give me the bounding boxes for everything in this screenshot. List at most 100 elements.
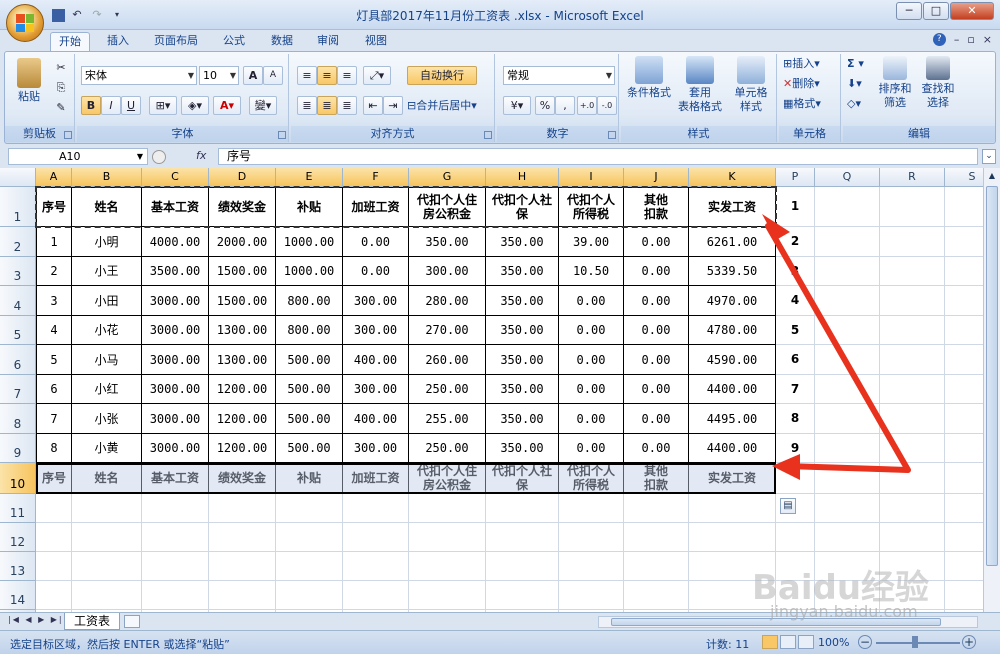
tab-view[interactable]: 视图 [358,32,394,52]
data-row-cell[interactable]: 0.00 [624,404,689,434]
header-cell[interactable]: 序号 [36,187,72,227]
p-column-value[interactable]: 8 [776,411,814,425]
column-header-f[interactable]: F [343,168,409,187]
orientation-icon[interactable]: ⤢▾ [363,66,391,85]
underline-button[interactable]: U [121,96,141,115]
decrease-decimal-icon[interactable]: -.0 [597,96,617,115]
data-row-cell[interactable]: 0.00 [343,227,409,257]
data-row-cell[interactable]: 3000.00 [142,404,209,434]
data-row-cell[interactable]: 300.00 [343,375,409,404]
vertical-scroll-thumb[interactable] [986,186,998,566]
data-row-cell[interactable]: 4000.00 [142,227,209,257]
data-row-cell[interactable]: 3000.00 [142,375,209,404]
bold-button[interactable]: B [81,96,101,115]
row-header-4[interactable]: 4 [0,286,36,316]
data-row-cell[interactable]: 1000.00 [276,227,343,257]
data-row-cell[interactable]: 小马 [72,345,142,375]
header-cell[interactable]: 补贴 [276,187,343,227]
data-row-cell[interactable]: 1 [36,227,72,257]
row-header-7[interactable]: 7 [0,375,36,404]
phonetic-button[interactable]: 變▾ [249,96,277,115]
align-middle-icon[interactable]: ≡ [317,66,337,85]
data-row-cell[interactable]: 500.00 [276,434,343,463]
pasted-header-cell[interactable]: 姓名 [72,463,142,494]
clear-icon[interactable]: ◇▾ [847,96,861,112]
column-header-e[interactable]: E [276,168,343,187]
zoom-level[interactable]: 100% [818,636,849,649]
header-cell[interactable]: 姓名 [72,187,142,227]
p-column-value[interactable]: 3 [776,264,814,278]
row-header-11[interactable]: 11 [0,494,36,523]
data-row-cell[interactable]: 0.00 [624,227,689,257]
data-row-cell[interactable]: 1200.00 [209,375,276,404]
close-button[interactable]: ✕ [950,2,994,20]
data-row-cell[interactable]: 小花 [72,316,142,345]
data-row-cell[interactable]: 300.00 [343,316,409,345]
align-bottom-icon[interactable]: ≡ [337,66,357,85]
data-row-cell[interactable]: 小王 [72,257,142,286]
data-row-cell[interactable]: 4 [36,316,72,345]
header-cell[interactable]: 代扣个人住 房公积金 [409,187,486,227]
data-row-cell[interactable]: 260.00 [409,345,486,375]
tab-insert[interactable]: 插入 [100,32,136,52]
data-row-cell[interactable]: 小田 [72,286,142,316]
data-row-cell[interactable]: 7 [36,404,72,434]
row-header-10[interactable]: 10 [0,463,36,494]
data-row-cell[interactable]: 0.00 [559,404,624,434]
column-header-j[interactable]: J [624,168,689,187]
pasted-header-cell[interactable]: 代扣个人 所得税 [559,463,624,494]
align-top-icon[interactable]: ≡ [297,66,317,85]
data-row-cell[interactable]: 400.00 [343,404,409,434]
data-row-cell[interactable]: 350.00 [486,257,559,286]
data-row-cell[interactable]: 255.00 [409,404,486,434]
ribbon-restore-icon[interactable]: ▫ [967,33,974,46]
ribbon-close-icon[interactable]: × [983,33,992,46]
sheet-nav-icon[interactable]: |◀ ◀ ▶ ▶| [8,615,64,624]
tab-formulas[interactable]: 公式 [216,32,252,52]
data-row-cell[interactable]: 6 [36,375,72,404]
vertical-scrollbar[interactable]: ▲ [983,168,1000,612]
percent-button[interactable]: % [535,96,555,115]
data-row-cell[interactable]: 10.50 [559,257,624,286]
dialog-launcher-icon[interactable] [608,131,616,139]
conditional-format-button[interactable]: 条件格式 [623,56,675,100]
data-row-cell[interactable]: 350.00 [486,375,559,404]
font-name-combo[interactable]: 宋体 ▼ [81,66,197,85]
pasted-header-cell[interactable]: 序号 [36,463,72,494]
header-cell[interactable]: 实发工资 [689,187,776,227]
header-cell[interactable]: 其他 扣款 [624,187,689,227]
data-row-cell[interactable]: 3 [36,286,72,316]
data-row-cell[interactable]: 350.00 [486,434,559,463]
pasted-header-cell[interactable]: 代扣个人社 保 [486,463,559,494]
pasted-header-cell[interactable]: 加班工资 [343,463,409,494]
data-row-cell[interactable]: 6261.00 [689,227,776,257]
data-row-cell[interactable]: 1500.00 [209,286,276,316]
increase-decimal-icon[interactable]: +.0 [577,96,597,115]
dialog-launcher-icon[interactable] [484,131,492,139]
data-row-cell[interactable]: 1300.00 [209,345,276,375]
insert-sheet-icon[interactable] [124,615,140,628]
data-row-cell[interactable]: 350.00 [409,227,486,257]
data-row-cell[interactable]: 小明 [72,227,142,257]
sort-filter-button[interactable]: 排序和 筛选 [875,56,915,110]
zoom-slider[interactable] [876,642,960,644]
data-row-cell[interactable]: 小张 [72,404,142,434]
column-header-i[interactable]: I [559,168,624,187]
copy-icon[interactable]: ⎘ [51,78,71,97]
currency-icon[interactable]: ¥▾ [503,96,531,115]
paste-options-icon[interactable]: ▤ [780,498,796,514]
header-cell[interactable]: 绩效奖金 [209,187,276,227]
pasted-header-cell[interactable]: 其他 扣款 [624,463,689,494]
data-row-cell[interactable]: 800.00 [276,316,343,345]
row-header-13[interactable]: 13 [0,552,36,581]
insert-cells-button[interactable]: ⊞插入▾ [783,56,820,72]
minimize-button[interactable]: ─ [896,2,922,20]
data-row-cell[interactable]: 500.00 [276,404,343,434]
column-header-k[interactable]: K [689,168,776,187]
column-header-q[interactable]: Q [815,168,880,187]
data-row-cell[interactable]: 250.00 [409,375,486,404]
sheet-tab-salary[interactable]: 工资表 [64,613,120,630]
data-row-cell[interactable]: 1200.00 [209,434,276,463]
data-row-cell[interactable]: 270.00 [409,316,486,345]
data-row-cell[interactable]: 0.00 [559,345,624,375]
